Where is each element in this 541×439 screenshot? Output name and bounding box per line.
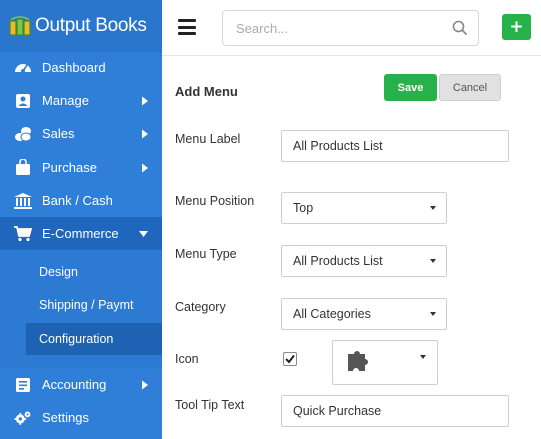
caret-down-icon (430, 312, 436, 316)
page-title: Add Menu (175, 84, 238, 99)
sidebar: Output Books Dashboard Manage Sales Purc… (0, 0, 162, 439)
icon-label: Icon (175, 352, 199, 366)
shopping-bag-icon (14, 159, 32, 177)
chevron-down-icon (139, 230, 148, 237)
contacts-icon (14, 92, 32, 110)
sidebar-subitem-shipping-paymt[interactable]: Shipping / Paymt (26, 289, 162, 321)
caret-down-icon (430, 206, 436, 210)
chevron-right-icon (142, 96, 148, 105)
menu-position-label: Menu Position (175, 194, 255, 208)
ledger-icon (14, 376, 32, 394)
sidebar-item-label: Settings (42, 410, 89, 425)
category-value: All Categories (293, 307, 371, 321)
tooltip-text-field[interactable]: Quick Purchase (281, 395, 509, 427)
sidebar-item-label: Manage (42, 93, 89, 108)
sidebar-item-accounting[interactable]: Accounting (0, 368, 162, 401)
sidebar-item-purchase[interactable]: Purchase (0, 151, 162, 184)
brand[interactable]: Output Books (0, 0, 162, 52)
sidebar-item-manage[interactable]: Manage (0, 84, 162, 117)
coins-icon (14, 125, 32, 143)
add-button[interactable]: + (502, 14, 531, 40)
sidebar-subitem-configuration[interactable]: Configuration (26, 323, 162, 355)
menu-type-label: Menu Type (175, 247, 237, 261)
chevron-right-icon (142, 129, 148, 138)
menu-label-label: Menu Label (175, 132, 241, 146)
sidebar-item-label: Purchase (42, 160, 97, 175)
search-box (222, 10, 479, 46)
dashboard-icon (14, 59, 32, 77)
sidebar-item-bank-cash[interactable]: Bank / Cash (0, 184, 162, 217)
topbar: + (162, 0, 541, 56)
cart-icon (14, 225, 32, 243)
bank-icon (14, 192, 32, 210)
save-button[interactable]: Save (384, 74, 437, 101)
sidebar-item-label: Bank / Cash (42, 193, 113, 208)
sidebar-item-label: Sales (42, 126, 75, 141)
sidebar-item-dashboard[interactable]: Dashboard (0, 51, 162, 84)
menu-type-select[interactable]: All Products List (281, 245, 447, 277)
search-input[interactable] (223, 11, 433, 45)
caret-down-icon (430, 259, 436, 263)
category-label: Category (175, 300, 226, 314)
sidebar-item-label: E-Commerce (42, 226, 119, 241)
sidebar-item-label: Dashboard (42, 60, 106, 75)
icon-checkbox[interactable] (283, 352, 297, 366)
sidebar-subitem-design[interactable]: Design (26, 256, 162, 288)
sidebar-item-sales[interactable]: Sales (0, 117, 162, 150)
menu-position-value: Top (293, 201, 314, 215)
gears-icon (14, 409, 32, 427)
caret-down-icon (420, 355, 426, 359)
search-icon[interactable] (452, 20, 468, 36)
chevron-right-icon (142, 380, 148, 389)
sidebar-item-e-commerce[interactable]: E-Commerce (0, 217, 162, 250)
cancel-button[interactable]: Cancel (439, 74, 501, 101)
icon-picker-select[interactable] (332, 340, 438, 385)
menu-label-field[interactable]: All Products List (281, 130, 509, 162)
hamburger-menu-icon[interactable] (178, 19, 196, 35)
plus-icon: + (509, 16, 524, 37)
menu-type-value: All Products List (293, 254, 383, 268)
books-logo-icon (9, 16, 31, 36)
brand-name: Output Books (35, 15, 147, 36)
puzzle-piece-icon (348, 351, 368, 371)
sidebar-item-label: Accounting (42, 377, 107, 392)
menu-position-select[interactable]: Top (281, 192, 447, 224)
sidebar-item-settings[interactable]: Settings (0, 401, 162, 434)
tooltip-text-label: Tool Tip Text (175, 398, 245, 412)
category-select[interactable]: All Categories (281, 298, 447, 330)
chevron-right-icon (142, 163, 148, 172)
checkmark-icon (285, 354, 295, 364)
